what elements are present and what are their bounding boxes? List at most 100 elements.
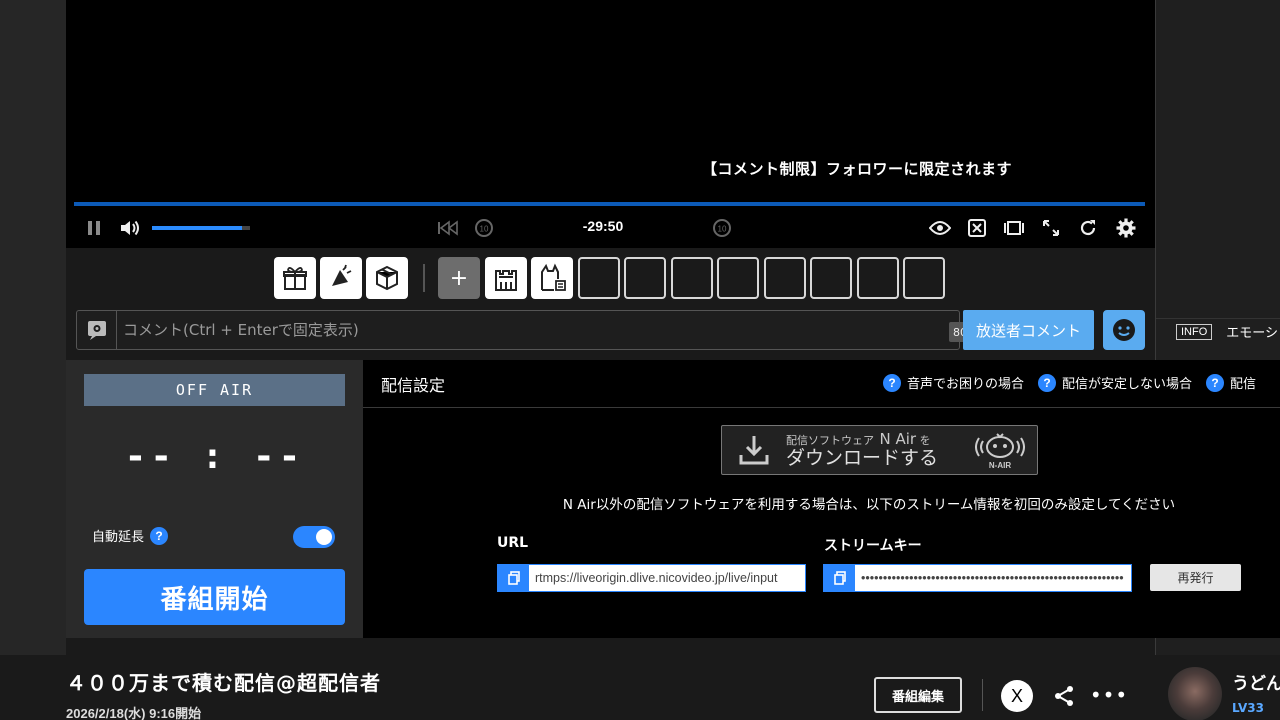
theater-mode-button[interactable] (1002, 216, 1026, 240)
share-icon (1055, 686, 1073, 706)
download-text: 配信ソフトウェア N Air を ダウンロードする (786, 430, 939, 469)
help-icon[interactable]: ? (150, 526, 169, 545)
url-field (497, 564, 806, 592)
reload-button[interactable] (1076, 216, 1100, 240)
pause-button[interactable] (82, 216, 106, 240)
volume-slider[interactable] (152, 226, 250, 230)
info-row[interactable]: INFO エモーシ (1156, 318, 1280, 344)
gift-bar: + (66, 248, 1155, 308)
stream-key-label: ストリームキー (824, 538, 922, 554)
comment-settings-icon (87, 321, 106, 340)
castle-icon (495, 270, 517, 291)
megaphone-icon (332, 264, 352, 286)
pause-icon (88, 221, 100, 235)
empty-item-slot[interactable] (578, 257, 620, 299)
empty-item-slot[interactable] (810, 257, 852, 299)
toggle-knob (316, 529, 332, 545)
stream-key-field (823, 564, 1132, 592)
add-item-button[interactable]: + (438, 257, 480, 299)
stream-info-text: N Air以外の配信ソフトウェアを利用する場合は、以下のストリーム情報を初回のみ… (562, 497, 1176, 513)
comment-settings-button[interactable] (77, 311, 117, 349)
comment-filter-button[interactable] (965, 216, 989, 240)
more-icon: ••• (1089, 683, 1129, 707)
settings-title: 配信設定 (381, 376, 446, 395)
comment-off-icon (968, 219, 986, 237)
copy-key-button[interactable] (824, 565, 855, 591)
settings-button[interactable] (1114, 216, 1138, 240)
elapsed-timer: -- : -- (124, 436, 305, 477)
emotion-button[interactable] (1103, 310, 1145, 350)
reissue-button[interactable]: 再発行 (1150, 564, 1241, 591)
left-gutter (0, 0, 66, 655)
stream-key-input[interactable] (855, 565, 1131, 591)
volume-button[interactable] (118, 216, 142, 240)
cat-item-button[interactable] (531, 257, 573, 299)
rewind-button[interactable]: 10 (472, 216, 496, 240)
divider (982, 679, 983, 711)
help-link-audio[interactable]: ? 音声でお困りの場合 (883, 373, 1024, 392)
program-start-time: 2026/2/18(水) 9:16開始 (66, 706, 202, 720)
video-player[interactable]: 【コメント制限】フォロワーに限定されます 10 -29:50 10 (66, 0, 1155, 248)
help-link-unstable[interactable]: ? 配信が安定しない場合 (1038, 373, 1192, 392)
comment-bar: 80 放送者コメント (66, 308, 1155, 356)
copy-icon (507, 571, 520, 585)
seek-bar[interactable] (74, 202, 1145, 206)
speaker-icon (121, 220, 139, 236)
auto-extend-toggle[interactable] (293, 526, 335, 548)
auto-extend-label: 自動延長 (92, 530, 145, 545)
help-links: ? 音声でお困りの場合 ? 配信が安定しない場合 ? 配信 (883, 373, 1256, 392)
download-icon (722, 426, 786, 474)
plus-icon: + (449, 265, 469, 291)
empty-item-slot[interactable] (903, 257, 945, 299)
comment-restriction-notice: 【コメント制限】フォロワーに限定されます (702, 160, 1013, 178)
gift-button[interactable] (274, 257, 316, 299)
user-name[interactable]: うどん (1232, 669, 1280, 694)
url-input[interactable] (529, 565, 805, 591)
edit-program-button[interactable]: 番組編集 (874, 677, 962, 713)
help-icon: ? (1206, 373, 1225, 392)
empty-item-slot[interactable] (671, 257, 713, 299)
empty-item-slot[interactable] (717, 257, 759, 299)
skip-back-button[interactable] (436, 216, 460, 240)
url-label: URL (497, 535, 529, 551)
avatar[interactable] (1168, 667, 1222, 720)
empty-item-slot[interactable] (857, 257, 899, 299)
start-broadcast-button[interactable]: 番組開始 (84, 569, 345, 625)
advertise-button[interactable] (320, 257, 362, 299)
help-link-other[interactable]: ? 配信 (1206, 373, 1256, 392)
forward-10-icon: 10 (713, 219, 731, 237)
comment-box: 80 (76, 310, 971, 350)
comment-visibility-button[interactable] (928, 216, 952, 240)
x-logo-icon: X (1010, 685, 1023, 706)
header-divider (363, 407, 1280, 408)
forward-button[interactable]: 10 (710, 216, 734, 240)
onair-status: OFF AIR (84, 374, 345, 406)
nair-download-banner[interactable]: 配信ソフトウェア N Air を ダウンロードする N-AIR (721, 425, 1038, 475)
share-button[interactable] (1052, 684, 1076, 708)
expand-icon (1043, 220, 1059, 236)
nair-logo: N-AIR (975, 432, 1025, 470)
help-icon: ? (1038, 373, 1057, 392)
box-button[interactable] (366, 257, 408, 299)
fullscreen-button[interactable] (1039, 216, 1063, 240)
gift-icon (283, 267, 307, 290)
x-share-button[interactable]: X (1001, 680, 1033, 712)
empty-item-slot[interactable] (764, 257, 806, 299)
castle-item-button[interactable] (485, 257, 527, 299)
cat-icon (541, 263, 566, 291)
box-icon (376, 265, 398, 291)
empty-item-slot[interactable] (624, 257, 666, 299)
smiley-icon (1113, 319, 1135, 341)
more-menu-button[interactable]: ••• (1090, 683, 1127, 707)
broadcaster-comment-button[interactable]: 放送者コメント (963, 310, 1094, 350)
gift-divider (423, 264, 425, 292)
rewind-10-icon: 10 (475, 219, 493, 237)
gear-icon (1116, 218, 1136, 238)
copy-url-button[interactable] (498, 565, 529, 591)
info-badge: INFO (1176, 323, 1213, 340)
broadcast-status-panel: OFF AIR -- : -- 自動延長 ? 番組開始 (66, 360, 363, 638)
program-title: ４００万まで積む配信@超配信者 (66, 671, 381, 695)
program-info-bar: ４００万まで積む配信@超配信者 2026/2/18(水) 9:16開始 番組編集… (0, 655, 1280, 720)
comment-input[interactable] (123, 318, 823, 342)
svg-text:N-AIR: N-AIR (989, 461, 1011, 470)
